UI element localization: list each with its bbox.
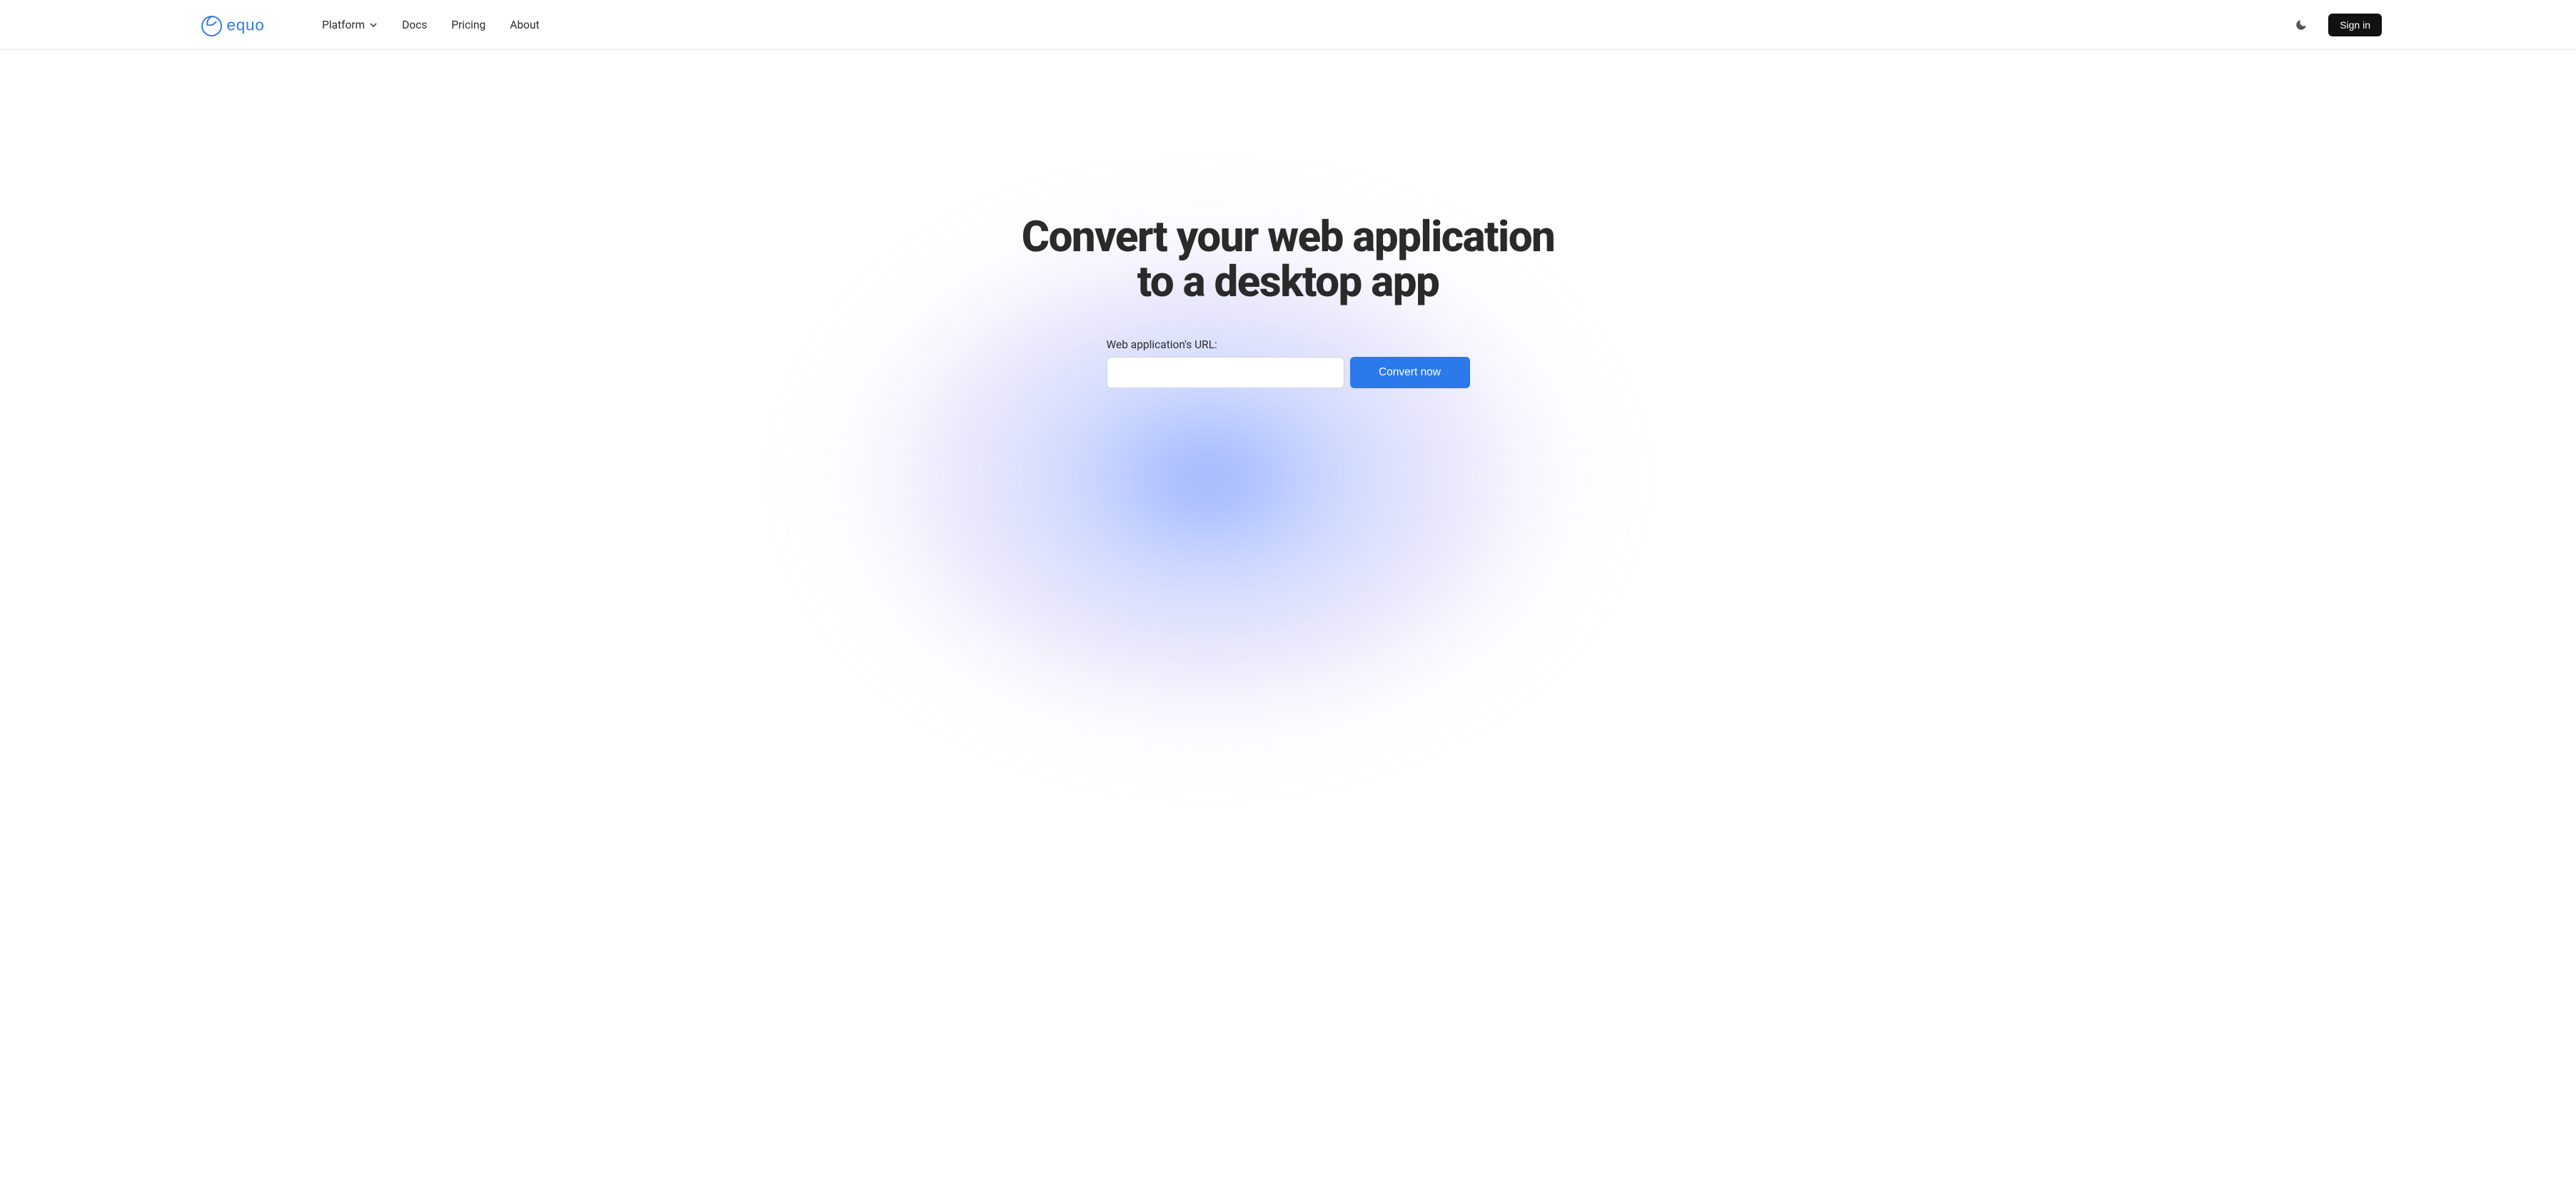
nav-platform[interactable]: Platform xyxy=(322,19,378,31)
header: equo Platform Docs Pricing About xyxy=(0,0,2576,50)
hero-content: Convert your web application to a deskto… xyxy=(1022,214,1555,388)
url-input[interactable] xyxy=(1107,357,1344,388)
nav: Platform Docs Pricing About xyxy=(322,19,539,31)
nav-about-label: About xyxy=(510,19,539,31)
moon-icon xyxy=(2295,19,2308,31)
convert-form: Web application's URL: Convert now xyxy=(1107,338,1470,388)
nav-about[interactable]: About xyxy=(510,19,539,31)
nav-platform-label: Platform xyxy=(322,19,365,31)
hero-title-line2: to a desktop app xyxy=(1137,256,1439,307)
convert-button-label: Convert now xyxy=(1379,366,1441,378)
nav-pricing[interactable]: Pricing xyxy=(451,19,485,31)
sign-in-label: Sign in xyxy=(2340,19,2370,31)
nav-docs-label: Docs xyxy=(402,19,427,31)
url-input-label: Web application's URL: xyxy=(1107,338,1217,351)
theme-toggle[interactable] xyxy=(2291,15,2311,35)
svg-text:equo: equo xyxy=(227,16,265,34)
nav-docs[interactable]: Docs xyxy=(402,19,427,31)
chevron-down-icon xyxy=(369,21,378,29)
convert-button[interactable]: Convert now xyxy=(1350,357,1470,388)
sign-in-button[interactable]: Sign in xyxy=(2328,14,2382,36)
form-row: Convert now xyxy=(1107,357,1470,388)
header-left: equo Platform Docs Pricing About xyxy=(29,12,539,38)
logo[interactable]: equo xyxy=(200,12,296,38)
nav-pricing-label: Pricing xyxy=(451,19,485,31)
header-right: Sign in xyxy=(2291,14,2382,36)
hero-section: Convert your web application to a deskto… xyxy=(0,50,2576,1199)
hero-title-line1: Convert your web application xyxy=(1022,211,1555,262)
hero-title: Convert your web application to a deskto… xyxy=(1022,214,1555,304)
logo-svg: equo xyxy=(200,12,296,38)
